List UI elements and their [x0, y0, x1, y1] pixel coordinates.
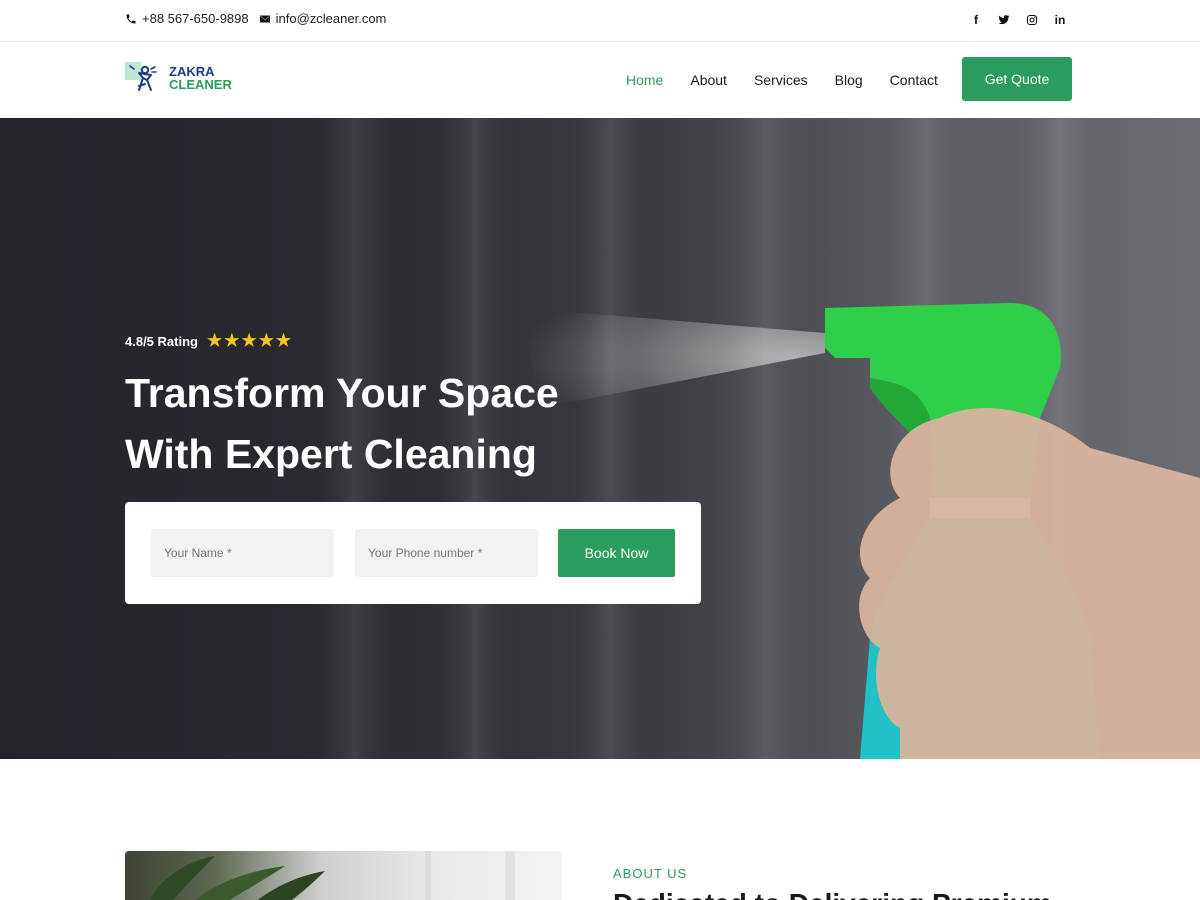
- facebook-icon[interactable]: f: [968, 12, 984, 28]
- about-section-label: ABOUT US: [613, 866, 688, 881]
- social-links: f in: [956, 12, 1068, 28]
- booking-form: Book Now: [125, 502, 701, 604]
- nav-about[interactable]: About: [690, 72, 727, 88]
- phone-number: +88 567-650-9898: [142, 11, 249, 26]
- phone-icon: [126, 14, 136, 23]
- star-rating-icons: ★★★★★: [206, 331, 294, 350]
- email-link[interactable]: info@zcleaner.com: [259, 11, 387, 26]
- book-now-button[interactable]: Book Now: [558, 529, 675, 577]
- main-nav: Home About Services Blog Contact: [626, 42, 965, 118]
- logo-wordmark: ZAKRA CLEANER: [169, 65, 232, 91]
- phone-input[interactable]: [355, 529, 538, 577]
- hero-title-line-2: With Expert Cleaning: [125, 431, 537, 477]
- hero-title: Transform Your Space With Expert Cleanin…: [125, 363, 685, 485]
- nav-home[interactable]: Home: [626, 72, 663, 88]
- cleaner-logo-icon: [125, 62, 157, 91]
- nav-services[interactable]: Services: [754, 72, 808, 88]
- hero-title-line-1: Transform Your Space: [125, 370, 559, 416]
- top-bar: +88 567-650-9898 info@zcleaner.com f in: [0, 0, 1200, 42]
- about-heading: Dedicated to Delivering Premium: [613, 888, 1052, 900]
- hero-section: 4.8/5 Rating ★★★★★ Transform Your Space …: [0, 118, 1200, 759]
- plant-image: [149, 851, 515, 900]
- instagram-icon[interactable]: [1024, 12, 1040, 28]
- nav-blog[interactable]: Blog: [835, 72, 863, 88]
- site-header: ZAKRA CLEANER Home About Services Blog C…: [0, 42, 1200, 118]
- rating-text: 4.8/5 Rating: [125, 333, 198, 349]
- envelope-icon: [259, 15, 270, 22]
- twitter-icon[interactable]: [996, 12, 1012, 28]
- get-quote-button[interactable]: Get Quote: [962, 57, 1072, 101]
- site-logo[interactable]: ZAKRA CLEANER: [125, 60, 232, 96]
- contact-info: +88 567-650-9898 info@zcleaner.com: [125, 11, 396, 26]
- linkedin-icon[interactable]: in: [1052, 12, 1068, 28]
- nav-contact[interactable]: Contact: [890, 72, 938, 88]
- name-input[interactable]: [151, 529, 334, 577]
- about-image: [125, 851, 562, 900]
- email-address: info@zcleaner.com: [275, 11, 387, 26]
- phone-link[interactable]: +88 567-650-9898: [125, 11, 249, 26]
- logo-line-2: CLEANER: [169, 77, 232, 92]
- rating-badge: 4.8/5 Rating ★★★★★: [125, 331, 293, 351]
